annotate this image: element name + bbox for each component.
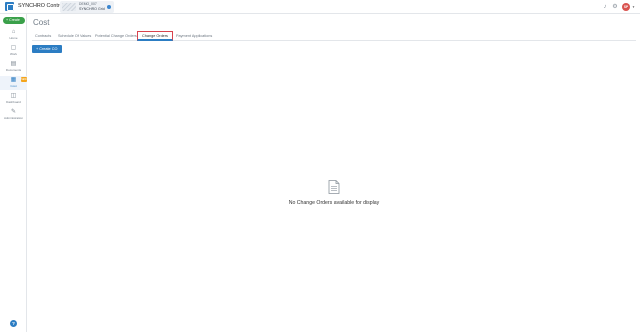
tab-change-orders[interactable]: Change Orders xyxy=(137,31,173,41)
sidebar-item-label: Administration xyxy=(3,116,23,120)
help-button[interactable]: ? xyxy=(10,320,17,327)
project-code: DEMO_007 xyxy=(79,2,97,6)
project-name: SYNCHRO Grid xyxy=(79,7,105,11)
new-badge: NEW xyxy=(21,77,27,82)
documents-icon: ▤ xyxy=(10,61,17,67)
administration-icon: ✎ xyxy=(10,109,17,115)
tab-contracts[interactable]: Contracts xyxy=(35,32,51,40)
page-title: Cost xyxy=(33,18,50,27)
project-info-icon[interactable] xyxy=(107,5,111,9)
tab-bar: Contracts Schedule Of Values Potential C… xyxy=(32,31,636,41)
sidebar: + Create ⌂ Home ▢ Work ▤ Documents ▦ Cos… xyxy=(0,14,27,332)
sidebar-item-label: Work xyxy=(10,52,17,56)
sidebar-item-dashboard[interactable]: ◫ Dashboard xyxy=(0,92,27,106)
create-button[interactable]: + Create xyxy=(3,17,25,24)
tab-payment-applications[interactable]: Payment Applications xyxy=(176,32,212,40)
sidebar-item-label: Dashboard xyxy=(6,100,21,104)
settings-gear-icon[interactable]: ⚙ xyxy=(612,4,618,10)
sidebar-item-label: Cost xyxy=(10,84,17,88)
sidebar-item-work[interactable]: ▢ Work xyxy=(0,44,27,58)
chevron-down-icon[interactable]: ▼ xyxy=(632,5,635,9)
synchro-logo-icon[interactable] xyxy=(5,2,14,11)
sidebar-item-home[interactable]: ⌂ Home xyxy=(0,28,27,42)
top-bar: SYNCHRO Control DEMO_007 SYNCHRO Grid ♪ … xyxy=(0,0,640,14)
project-thumbnail xyxy=(62,3,76,11)
document-icon xyxy=(328,180,340,194)
sidebar-item-label: Documents xyxy=(5,68,22,72)
project-selector[interactable]: DEMO_007 SYNCHRO Grid xyxy=(60,1,114,13)
sidebar-item-documents[interactable]: ▤ Documents xyxy=(0,60,27,74)
work-icon: ▢ xyxy=(10,45,17,51)
sidebar-item-label: Home xyxy=(9,36,18,40)
sidebar-item-administration[interactable]: ✎ Administration xyxy=(0,108,27,122)
create-co-button[interactable]: + Create CO xyxy=(32,45,62,53)
tab-potential-change-orders[interactable]: Potential Change Orders xyxy=(95,32,137,40)
dashboard-icon: ◫ xyxy=(10,93,17,99)
notification-bell-icon[interactable]: ♪ xyxy=(602,4,608,10)
sidebar-item-cost[interactable]: ▦ Cost NEW xyxy=(0,76,27,90)
user-avatar[interactable]: SP xyxy=(622,3,630,11)
app-title: SYNCHRO Control xyxy=(18,3,64,9)
cost-icon: ▦ xyxy=(10,77,17,83)
home-icon: ⌂ xyxy=(11,29,16,35)
empty-state-message: No Change Orders available for display xyxy=(288,200,380,206)
tab-schedule-of-values[interactable]: Schedule Of Values xyxy=(58,32,91,40)
